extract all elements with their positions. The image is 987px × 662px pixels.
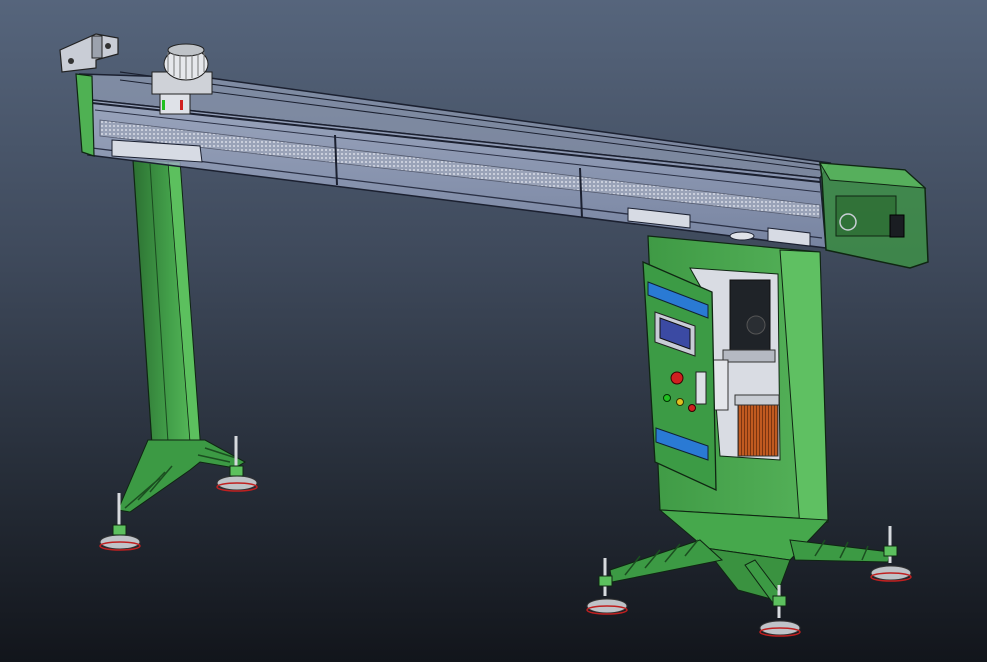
cad-viewport[interactable] [0,0,987,662]
mounting-bracket [59,33,119,73]
left-end-cap [75,73,95,157]
cad-model-scene [59,33,929,637]
left-support-leg [117,159,247,513]
control-door [642,260,717,492]
horizontal-beam [78,71,832,249]
end-cap [819,162,929,269]
